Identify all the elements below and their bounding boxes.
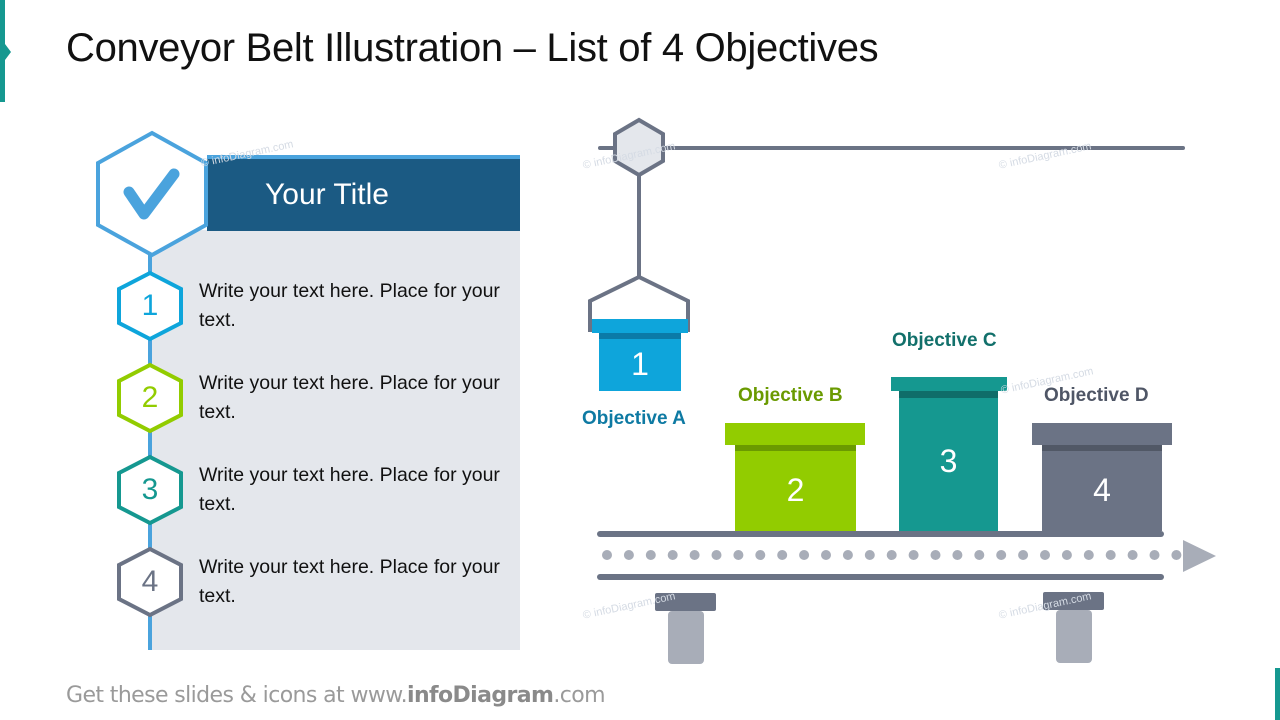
belt-roller-dot	[974, 550, 985, 560]
objective-a-label: Objective A	[582, 408, 686, 429]
footer-prefix: Get these slides & icons at www.	[66, 683, 408, 708]
belt-roller-dot	[1040, 550, 1050, 560]
box-c-lid	[891, 377, 1007, 391]
belt-roller-dot	[602, 550, 612, 560]
box-b-shadow	[735, 445, 856, 451]
corner-accent-bar	[1275, 668, 1280, 720]
objective-b-label: Objective B	[738, 385, 843, 406]
belt-roller-dot	[1018, 550, 1029, 560]
belt-roller-dot	[623, 550, 634, 560]
belt-roller-dot	[711, 550, 722, 560]
box-d-lid	[1032, 423, 1172, 445]
footer-credit: Get these slides & icons at www.infoDiag…	[66, 683, 606, 708]
belt-roller-dot	[952, 550, 963, 560]
objective-d-label: Objective D	[1044, 385, 1149, 406]
belt-roller-dot	[908, 550, 919, 560]
arrow-right-icon	[1183, 540, 1216, 572]
belt-roller-dot	[864, 550, 875, 560]
footer-suffix: .com	[553, 683, 605, 708]
right-leg-post	[1056, 610, 1092, 663]
belt-roller-dot	[733, 550, 744, 560]
belt-roller-dot	[821, 550, 831, 560]
belt-roller-dot	[1149, 550, 1160, 560]
belt-roller-dot	[1127, 550, 1138, 560]
belt-roller-dot	[777, 550, 788, 560]
belt-roller-dot	[689, 550, 700, 560]
belt-roller-dot	[755, 550, 766, 560]
box-a-lid	[592, 319, 688, 333]
box-a-number: 1	[631, 346, 649, 382]
box-b-number: 2	[786, 472, 805, 508]
box-c-number: 3	[939, 443, 958, 479]
belt-roller-dot	[930, 550, 941, 560]
belt-rollers	[602, 550, 1182, 560]
belt-roller-dot	[996, 550, 1007, 560]
box-c-shadow	[899, 391, 998, 398]
box-a-shadow	[599, 333, 681, 339]
box-d-shadow	[1042, 445, 1162, 451]
belt-roller-dot	[842, 550, 853, 560]
footer-brand[interactable]: infoDiagram	[407, 683, 554, 708]
belt-roller-dot	[799, 550, 810, 560]
belt-roller-dot	[1061, 550, 1072, 560]
belt-roller-dot	[1171, 550, 1182, 560]
belt-bottom-rail	[597, 574, 1164, 580]
belt-roller-dot	[645, 550, 656, 560]
objective-c-label: Objective C	[892, 330, 997, 351]
box-b-lid	[725, 423, 865, 445]
belt-top-rail	[597, 531, 1164, 537]
box-d-number: 4	[1093, 472, 1111, 508]
belt-roller-dot	[667, 550, 678, 560]
belt-roller-dot	[1105, 550, 1116, 560]
belt-roller-dot	[886, 550, 897, 560]
belt-roller-dot	[1083, 550, 1094, 560]
left-leg-post	[668, 611, 704, 664]
